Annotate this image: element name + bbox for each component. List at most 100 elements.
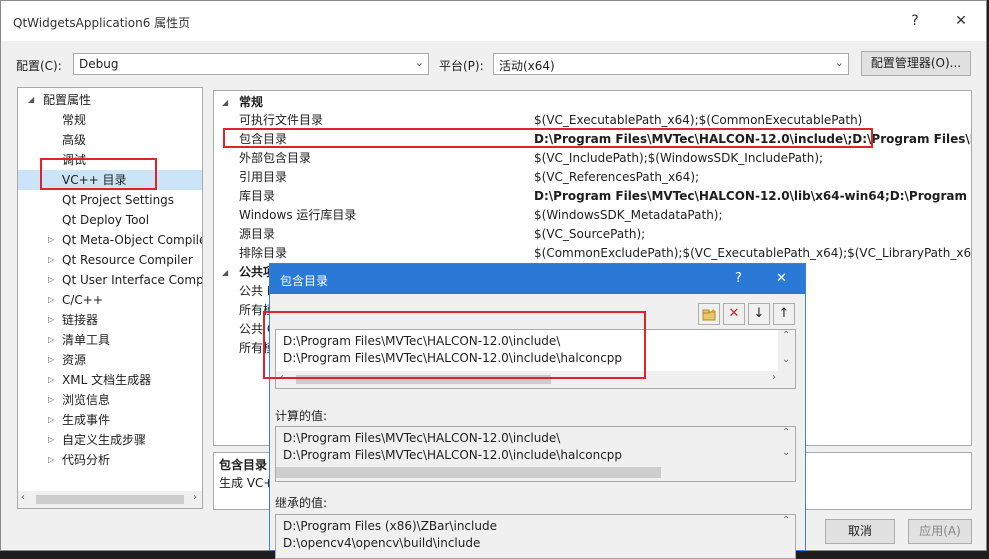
- property-name: 公共 I: [239, 284, 271, 298]
- collapsed-triangle-icon[interactable]: ▷: [48, 270, 54, 290]
- collapsed-triangle-icon[interactable]: ▷: [48, 330, 54, 350]
- config-value: Debug: [79, 57, 119, 71]
- window-title: QtWidgetsApplication6 属性页: [13, 16, 191, 30]
- tree-item[interactable]: ▷ 清单工具: [18, 330, 202, 350]
- category-general[interactable]: ◢ 常规: [214, 93, 971, 112]
- tree-root-label: 配置属性: [43, 93, 92, 107]
- tree-root-config-properties[interactable]: ◢ 配置属性: [18, 90, 202, 110]
- property-value: $(WindowsSDK_MetadataPath);: [534, 208, 723, 222]
- chevron-down-icon: ⌄: [414, 56, 424, 69]
- tree-item[interactable]: ▷ 资源: [18, 350, 202, 370]
- tree-item[interactable]: ▷ 浏览信息: [18, 390, 202, 410]
- property-value: $(VC_SourcePath);: [534, 227, 646, 241]
- scroll-left-icon[interactable]: ‹: [21, 492, 25, 503]
- property-name: 外部包含目录: [239, 151, 312, 165]
- collapsed-triangle-icon[interactable]: ▷: [48, 450, 54, 470]
- property-row[interactable]: 源目录 $(VC_SourcePath);: [214, 225, 971, 244]
- tree-item-label: XML 文档生成器: [62, 373, 152, 387]
- tree-item[interactable]: ▷ XML 文档生成器: [18, 370, 202, 390]
- inherited-label: 继承的值:: [275, 496, 328, 510]
- dialog-title-bar: 包含目录 ? ✕: [270, 264, 805, 294]
- computed-vertical-scrollbar[interactable]: ⌃ ⌄: [778, 427, 795, 481]
- path-line: D:\Program Files\MVTec\HALCON-12.0\inclu…: [283, 431, 561, 445]
- path-line: D:\opencv4\opencv\build\include: [283, 536, 481, 550]
- tree-item[interactable]: Qt Deploy Tool: [18, 210, 202, 230]
- scroll-down-icon[interactable]: ⌄: [782, 447, 790, 458]
- collapsed-triangle-icon[interactable]: ▷: [48, 350, 54, 370]
- delete-line-icon[interactable]: ✕: [723, 303, 745, 325]
- scroll-up-icon[interactable]: ⌃: [782, 330, 790, 341]
- tree-item-label: 高级: [62, 133, 87, 147]
- property-row[interactable]: 引用目录 $(VC_ReferencesPath_x64);: [214, 168, 971, 187]
- cancel-button[interactable]: 取消: [825, 519, 895, 544]
- expanded-triangle-icon: ◢: [28, 95, 35, 104]
- tree-item-label: Qt Meta-Object Compile: [62, 233, 203, 247]
- tree-item-label: C/C++: [62, 293, 103, 307]
- scroll-right-icon[interactable]: ›: [193, 492, 197, 503]
- tree-item[interactable]: ▷ Qt User Interface Comp: [18, 270, 202, 290]
- close-button[interactable]: ✕: [951, 11, 971, 31]
- tree-item[interactable]: ▷ Qt Meta-Object Compile: [18, 230, 202, 250]
- scroll-up-icon[interactable]: ⌃: [782, 515, 790, 526]
- collapsed-triangle-icon[interactable]: ▷: [48, 370, 54, 390]
- tree-item[interactable]: ▷ 生成事件: [18, 410, 202, 430]
- tree-item[interactable]: ▷ 链接器: [18, 310, 202, 330]
- tree-item-label: Qt User Interface Comp: [62, 273, 203, 287]
- scroll-thumb[interactable]: [36, 495, 184, 504]
- help-button[interactable]: ?: [905, 11, 925, 31]
- tree-item[interactable]: ▷ C/C++: [18, 290, 202, 310]
- property-row[interactable]: 库目录 D:\Program Files\MVTec\HALCON-12.0\li…: [214, 187, 971, 206]
- new-line-icon[interactable]: ✦: [698, 303, 720, 325]
- expanded-triangle-icon: ◢: [222, 98, 229, 107]
- scroll-right-icon[interactable]: ›: [772, 372, 776, 383]
- collapsed-triangle-icon[interactable]: ▷: [48, 390, 54, 410]
- scroll-down-icon[interactable]: ⌄: [782, 354, 790, 365]
- svg-text:✦: ✦: [710, 307, 717, 316]
- config-manager-button[interactable]: 配置管理器(O)...: [861, 51, 971, 76]
- tree-item[interactable]: Qt Project Settings: [18, 190, 202, 210]
- platform-select[interactable]: 活动(x64) ⌄: [493, 53, 849, 75]
- collapsed-triangle-icon[interactable]: ▷: [48, 290, 54, 310]
- property-tree: ◢ 配置属性 常规 高级 调试 VC++ 目录 Qt Project Settings Q…: [17, 87, 203, 509]
- tree-horizontal-scrollbar[interactable]: ‹ ›: [18, 491, 202, 508]
- platform-value: 活动(x64): [499, 59, 555, 73]
- computed-label: 计算的值:: [275, 409, 328, 423]
- collapsed-triangle-icon[interactable]: ▷: [48, 410, 54, 430]
- path-line: D:\Program Files (x86)\ZBar\include: [283, 519, 497, 533]
- property-name: 引用目录: [239, 170, 288, 184]
- tree-item[interactable]: ▷ 代码分析: [18, 450, 202, 470]
- tree-item-label: Qt Resource Compiler: [62, 253, 193, 267]
- tree-item-label: Qt Project Settings: [62, 193, 175, 207]
- tree-item[interactable]: 高级: [18, 130, 202, 150]
- tree-item-label: 资源: [62, 353, 87, 367]
- dialog-help-button[interactable]: ?: [735, 271, 742, 286]
- tree-item-label: 常规: [62, 113, 87, 127]
- collapsed-triangle-icon[interactable]: ▷: [48, 430, 54, 450]
- tree-item[interactable]: 常规: [18, 110, 202, 130]
- property-value: $(VC_IncludePath);$(WindowsSDK_IncludePa…: [534, 151, 824, 165]
- scroll-up-icon[interactable]: ⌃: [782, 427, 790, 438]
- computed-horizontal-scrollbar[interactable]: [276, 464, 780, 481]
- scroll-thumb[interactable]: [276, 467, 661, 478]
- highlight-box-include-dirs: [223, 128, 873, 148]
- collapsed-triangle-icon[interactable]: ▷: [48, 230, 54, 250]
- dialog-close-button[interactable]: ✕: [776, 271, 787, 286]
- description-title: 包含目录: [219, 458, 268, 472]
- property-row[interactable]: 排除目录 $(CommonExcludePath);$(VC_Executable…: [214, 244, 971, 263]
- collapsed-triangle-icon[interactable]: ▷: [48, 310, 54, 330]
- property-name: 库目录: [239, 189, 276, 203]
- move-up-icon[interactable]: ↑: [773, 303, 795, 325]
- config-select[interactable]: Debug ⌄: [73, 53, 429, 75]
- tree-item[interactable]: ▷ 自定义生成步骤: [18, 430, 202, 450]
- collapsed-triangle-icon[interactable]: ▷: [48, 250, 54, 270]
- inherited-vertical-scrollbar[interactable]: ⌃: [778, 515, 795, 558]
- move-down-icon[interactable]: ↓: [748, 303, 770, 325]
- property-name: Windows 运行库目录: [239, 208, 357, 222]
- platform-label: 平台(P):: [439, 59, 484, 73]
- tree-item[interactable]: ▷ Qt Resource Compiler: [18, 250, 202, 270]
- property-row[interactable]: Windows 运行库目录 $(WindowsSDK_MetadataPath);: [214, 206, 971, 225]
- editor-vertical-scrollbar[interactable]: ⌃ ⌄: [778, 330, 795, 388]
- property-row[interactable]: 外部包含目录 $(VC_IncludePath);$(WindowsSDK_Inc…: [214, 149, 971, 168]
- apply-button[interactable]: 应用(A): [908, 519, 972, 544]
- property-value: $(CommonExcludePath);$(VC_ExecutablePath…: [534, 246, 972, 260]
